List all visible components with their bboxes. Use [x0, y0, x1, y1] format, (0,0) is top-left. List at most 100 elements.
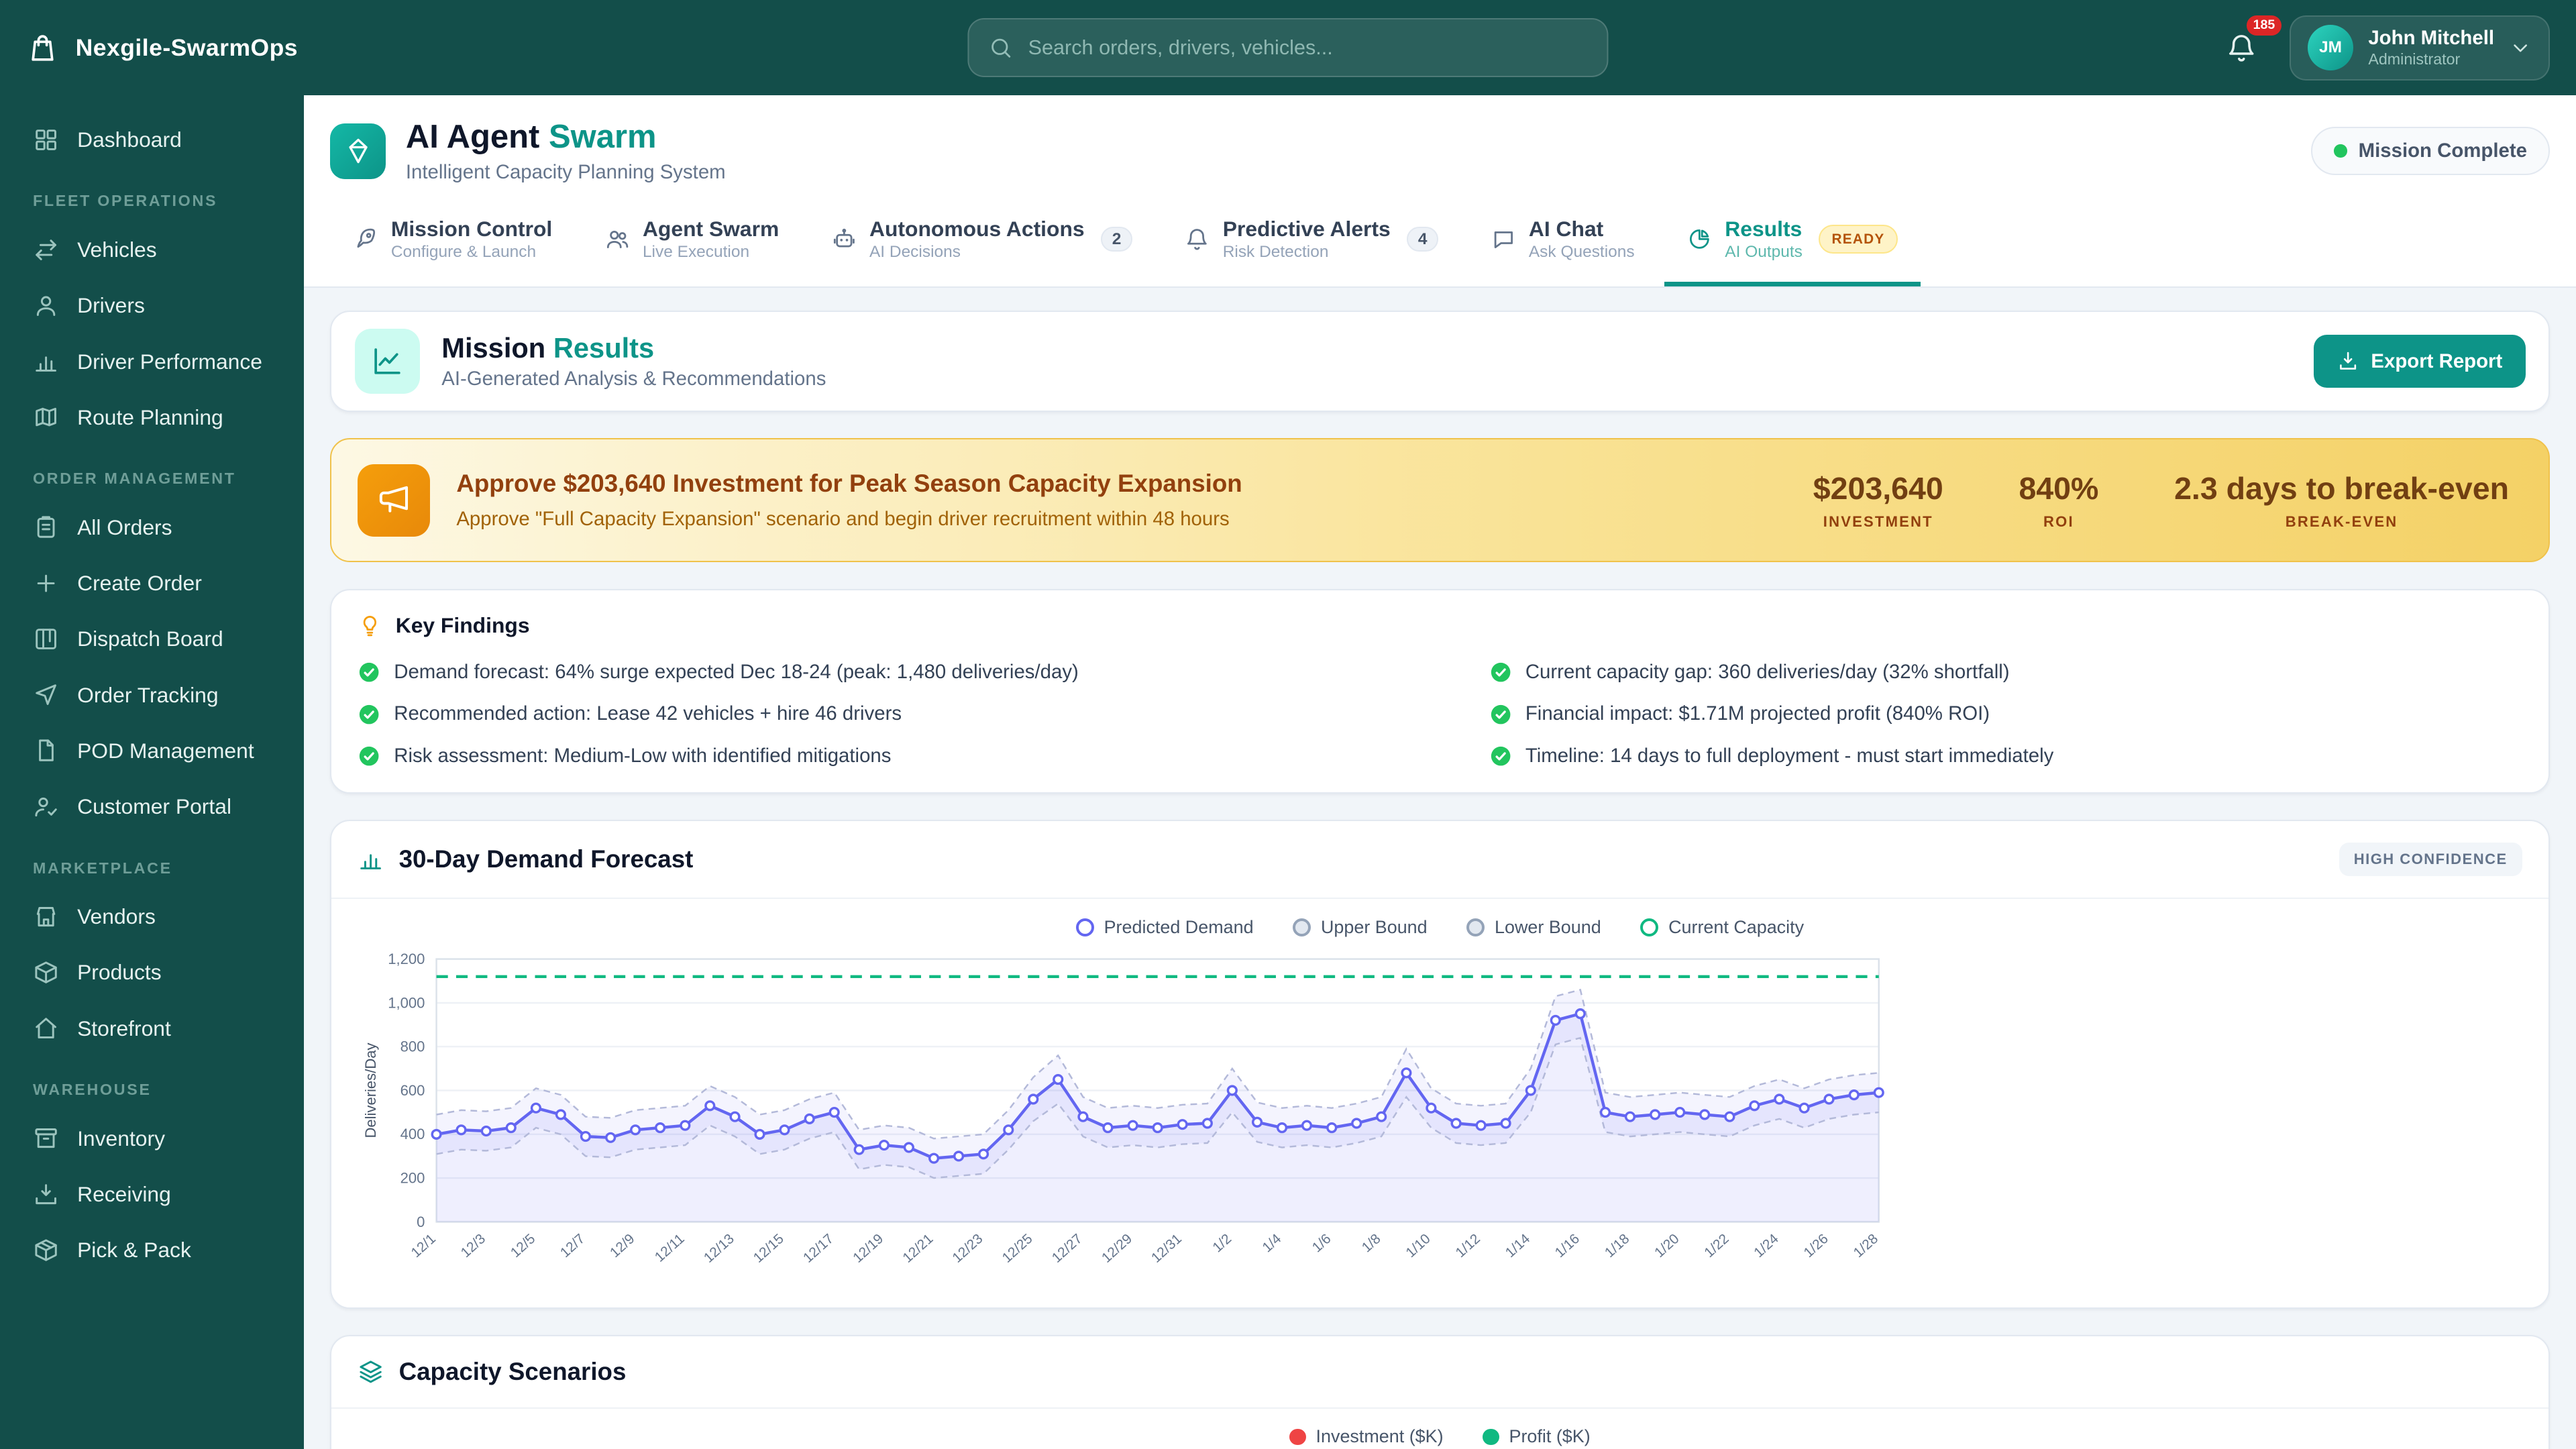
- notifications-button[interactable]: 185: [2219, 25, 2263, 70]
- sidebar-item-receiving[interactable]: Receiving: [16, 1167, 287, 1222]
- sidebar-item-vehicles[interactable]: Vehicles: [16, 222, 287, 278]
- svg-text:12/1: 12/1: [409, 1231, 439, 1260]
- topbar-right: 185 JM John Mitchell Administrator: [2219, 15, 2550, 80]
- tab-results[interactable]: ResultsAI OutputsREADY: [1664, 200, 1921, 286]
- sidebar-item-label: Order Tracking: [77, 682, 219, 708]
- recommendation-subtitle: Approve "Full Capacity Expansion" scenar…: [456, 508, 1242, 531]
- forecast-card: 30-Day Demand Forecast HIGH CONFIDENCE P…: [330, 820, 2550, 1309]
- sidebar-item-order-tracking[interactable]: Order Tracking: [16, 667, 287, 722]
- topbar: Nexgile-SwarmOps 185 JM John Mitchell Ad…: [0, 0, 2576, 95]
- tab-predictive-alerts[interactable]: Predictive AlertsRisk Detection4: [1162, 200, 1461, 286]
- page-subtitle: Intelligent Capacity Planning System: [406, 161, 726, 184]
- user-menu[interactable]: JM John Mitchell Administrator: [2290, 15, 2550, 80]
- layers-icon-wrap: [358, 1358, 384, 1385]
- sidebar-item-dashboard[interactable]: Dashboard: [16, 112, 287, 168]
- svg-text:1/14: 1/14: [1503, 1231, 1533, 1260]
- results-header-card: Mission Results AI-Generated Analysis & …: [330, 311, 2550, 412]
- svg-text:1/22: 1/22: [1702, 1231, 1732, 1260]
- tab-ai-chat[interactable]: AI ChatAsk Questions: [1468, 200, 1658, 286]
- sidebar-item-label: Vehicles: [77, 237, 157, 262]
- sidebar-item-inventory[interactable]: Inventory: [16, 1110, 287, 1166]
- legend-item: Profit ($K): [1483, 1426, 1590, 1447]
- legend-swatch: [1293, 918, 1311, 936]
- sidebar-item-vendors[interactable]: Vendors: [16, 889, 287, 945]
- content: Mission Results AI-Generated Analysis & …: [304, 288, 2576, 1449]
- findings-grid: Demand forecast: 64% surge expected Dec …: [358, 659, 2522, 769]
- recommendation-stats: $203,640 INVESTMENT 840% ROI 2.3 days to…: [1813, 470, 2509, 531]
- recommendation-banner: Approve $203,640 Investment for Peak Sea…: [330, 438, 2550, 562]
- home-icon: [33, 1015, 59, 1041]
- svg-text:12/11: 12/11: [652, 1231, 688, 1265]
- checksolid-icon: [358, 661, 380, 684]
- sidebar-item-label: Dispatch Board: [77, 626, 223, 651]
- svg-text:1,000: 1,000: [388, 994, 425, 1011]
- sidebar-item-drivers[interactable]: Drivers: [16, 278, 287, 333]
- page-icon: [330, 123, 386, 179]
- svg-text:1/18: 1/18: [1602, 1231, 1632, 1260]
- bars-icon: [358, 846, 384, 872]
- cube-icon: [33, 959, 59, 985]
- tab-title: Predictive Alerts: [1223, 217, 1391, 241]
- stat-investment: $203,640 INVESTMENT: [1813, 470, 1943, 531]
- sidebar-item-dispatch-board[interactable]: Dispatch Board: [16, 611, 287, 667]
- search-icon-wrap: [989, 36, 1014, 60]
- forecast-body: Predicted DemandUpper BoundLower BoundCu…: [331, 899, 2548, 1307]
- bulb-icon-wrap: [358, 613, 382, 638]
- finding-item: Timeline: 14 days to full deployment - m…: [1489, 743, 2522, 769]
- megaphone-chip: [358, 464, 430, 537]
- chevron-icon: [2509, 36, 2532, 59]
- scenarios-header: Capacity Scenarios: [331, 1336, 2548, 1409]
- pie-icon: [1687, 227, 1712, 252]
- tab-title: Results: [1725, 217, 1802, 241]
- bar-chart-icon-wrap: [358, 846, 384, 872]
- tab-title: Agent Swarm: [643, 217, 779, 241]
- svg-text:12/7: 12/7: [557, 1231, 588, 1260]
- chat-icon: [1491, 227, 1516, 252]
- linechart-icon: [371, 345, 404, 378]
- users-icon: [605, 227, 630, 252]
- sidebar-item-label: Receiving: [77, 1181, 171, 1207]
- sidebar-item-route-planning[interactable]: Route Planning: [16, 389, 287, 445]
- store-icon: [33, 904, 59, 930]
- sidebar-item-pod-management[interactable]: POD Management: [16, 722, 287, 778]
- sidebar-item-driver-performance[interactable]: Driver Performance: [16, 333, 287, 389]
- svg-text:12/19: 12/19: [851, 1231, 887, 1266]
- sidebar-item-label: Vendors: [77, 904, 156, 929]
- status-label: Mission Complete: [2359, 140, 2527, 162]
- results-title-block: Mission Results AI-Generated Analysis & …: [441, 332, 826, 390]
- scenarios-legend: Investment ($K)Profit ($K): [358, 1426, 2522, 1447]
- sidebar-item-products[interactable]: Products: [16, 945, 287, 1000]
- global-search[interactable]: [967, 18, 1608, 77]
- svg-text:12/25: 12/25: [1000, 1231, 1036, 1266]
- sidebar-item-label: All Orders: [77, 515, 172, 540]
- sidebar-item-all-orders[interactable]: All Orders: [16, 499, 287, 555]
- export-report-button[interactable]: Export Report: [2314, 335, 2526, 387]
- tab-autonomous-actions[interactable]: Autonomous ActionsAI Decisions2: [808, 200, 1155, 286]
- page-header: AI Agent Swarm Intelligent Capacity Plan…: [304, 95, 2576, 288]
- sidebar-item-storefront[interactable]: Storefront: [16, 1000, 287, 1056]
- sidebar-item-customer-portal[interactable]: Customer Portal: [16, 779, 287, 835]
- key-findings-header: Key Findings: [358, 613, 2522, 638]
- package-icon: [33, 1237, 59, 1263]
- svg-text:12/9: 12/9: [607, 1231, 637, 1260]
- legend-dot: [1289, 1429, 1305, 1445]
- finding-item: Recommended action: Lease 42 vehicles + …: [358, 701, 1391, 727]
- tab-mission-control[interactable]: Mission ControlConfigure & Launch: [330, 200, 575, 286]
- search-input[interactable]: [1028, 36, 1588, 60]
- svg-text:12/27: 12/27: [1049, 1231, 1085, 1266]
- checksolid-icon: [358, 745, 380, 767]
- results-subtitle: AI-Generated Analysis & Recommendations: [441, 368, 826, 390]
- sidebar-item-label: Create Order: [77, 570, 202, 596]
- sidebar-item-label: Inventory: [77, 1126, 165, 1151]
- sidebar-item-create-order[interactable]: Create Order: [16, 555, 287, 611]
- tab-subtitle: Ask Questions: [1529, 243, 1635, 262]
- tab-subtitle: AI Outputs: [1725, 243, 1803, 262]
- usercheck-icon: [33, 794, 59, 820]
- stat-breakeven: 2.3 days to break-even BREAK-EVEN: [2174, 470, 2509, 531]
- tab-agent-swarm[interactable]: Agent SwarmLive Execution: [582, 200, 802, 286]
- forecast-chart: 02004006008001,0001,20012/112/312/512/71…: [358, 946, 1902, 1291]
- svg-text:1/26: 1/26: [1801, 1231, 1831, 1260]
- brand[interactable]: Nexgile-SwarmOps: [26, 32, 304, 64]
- scenarios-body: Investment ($K)Profit ($K) 2,000: [331, 1409, 2548, 1449]
- sidebar-item-pick-pack[interactable]: Pick & Pack: [16, 1222, 287, 1278]
